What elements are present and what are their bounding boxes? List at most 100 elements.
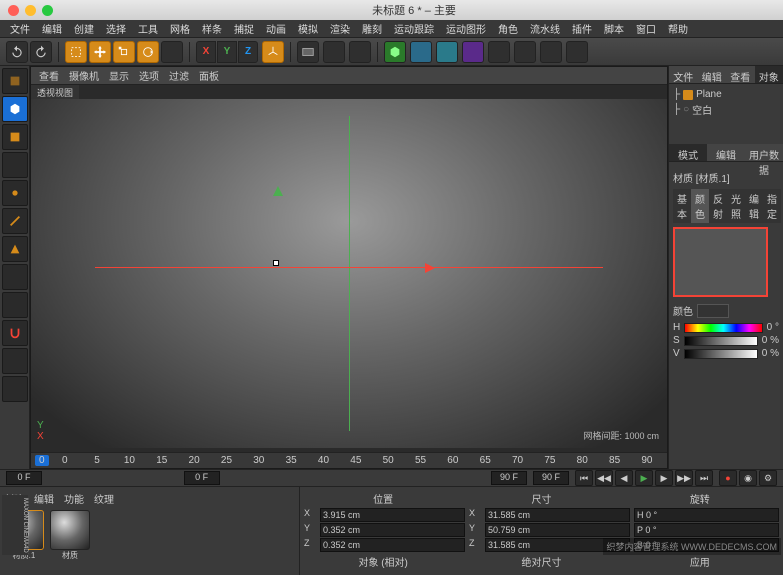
color-chip[interactable] (697, 304, 729, 318)
goto-end-button[interactable]: ⏭ (695, 470, 713, 486)
attr-tab[interactable]: 模式 (669, 144, 707, 161)
start-frame-input[interactable]: 0 F (6, 471, 42, 485)
prev-frame-button[interactable]: ◀ (615, 470, 633, 486)
camera-tool[interactable] (514, 41, 536, 63)
rot-input[interactable] (634, 523, 779, 537)
coord-system[interactable] (262, 41, 284, 63)
spline-primitive[interactable] (410, 41, 432, 63)
texture-mode[interactable] (2, 124, 28, 150)
model-mode[interactable] (2, 96, 28, 122)
object-item-null[interactable]: ├○ 空白 (673, 101, 779, 118)
coord-footer[interactable]: 对象 (相对) (304, 554, 462, 569)
material-tab[interactable]: 纹理 (94, 491, 114, 506)
objmgr-tab[interactable]: 查看 (726, 66, 755, 83)
size-input[interactable] (485, 508, 630, 522)
objmgr-tab[interactable]: 文件 (669, 66, 698, 83)
snap-toggle[interactable] (2, 320, 28, 346)
minimize-window-button[interactable] (25, 5, 36, 16)
menu-运动跟踪[interactable]: 运动跟踪 (394, 21, 434, 36)
attr-subtab[interactable]: 基本 (673, 189, 691, 223)
deformer-tool[interactable] (462, 41, 484, 63)
menu-创建[interactable]: 创建 (74, 21, 94, 36)
coord-footer[interactable]: 应用 (621, 554, 779, 569)
x-axis-handle[interactable] (425, 263, 435, 273)
attr-subtab[interactable]: 反射 (709, 189, 727, 223)
extra-mode[interactable] (2, 376, 28, 402)
viewport-tab[interactable]: 摄像机 (69, 68, 99, 83)
hsv-slider[interactable] (684, 349, 758, 359)
next-key-button[interactable]: ▶▶ (675, 470, 693, 486)
attr-subtab[interactable]: 编辑 (745, 189, 763, 223)
axis-mode[interactable] (2, 264, 28, 290)
transform-gizmo[interactable] (273, 260, 279, 266)
menu-动画[interactable]: 动画 (266, 21, 286, 36)
menu-网格[interactable]: 网格 (170, 21, 190, 36)
viewport-tab[interactable]: 显示 (109, 68, 129, 83)
menu-脚本[interactable]: 脚本 (604, 21, 624, 36)
last-tool[interactable] (161, 41, 183, 63)
cube-primitive[interactable] (384, 41, 406, 63)
rot-input[interactable] (634, 508, 779, 522)
attr-subtab[interactable]: 光照 (727, 189, 745, 223)
viewport-3d-scene[interactable]: YX 网格间距: 1000 cm (31, 99, 667, 448)
render-view-button[interactable] (297, 41, 319, 63)
play-button[interactable]: ▶ (635, 470, 653, 486)
color-preview-swatch[interactable] (673, 227, 768, 297)
light-tool[interactable] (540, 41, 562, 63)
menu-工具[interactable]: 工具 (138, 21, 158, 36)
timeline-ruler[interactable]: 0051015202530354045505560657075808590 (31, 452, 667, 468)
menu-角色[interactable]: 角色 (498, 21, 518, 36)
viewport-tab[interactable]: 查看 (39, 68, 59, 83)
edge-mode[interactable] (2, 208, 28, 234)
y-lock[interactable]: Y (217, 41, 237, 63)
make-editable-button[interactable] (2, 68, 28, 94)
point-mode[interactable] (2, 180, 28, 206)
polygon-mode[interactable] (2, 236, 28, 262)
render-settings-button[interactable] (349, 41, 371, 63)
menu-编辑[interactable]: 编辑 (42, 21, 62, 36)
menu-渲染[interactable]: 渲染 (330, 21, 350, 36)
menu-帮助[interactable]: 帮助 (668, 21, 688, 36)
object-item-plane[interactable]: ├ Plane (673, 88, 779, 101)
menu-流水线[interactable]: 流水线 (530, 21, 560, 36)
object-list[interactable]: ├ Plane ├○ 空白 (669, 84, 783, 144)
objmgr-tab[interactable]: 对象 (755, 66, 783, 83)
end-frame-input[interactable]: 90 F (491, 471, 527, 485)
lock-toggle[interactable] (2, 348, 28, 374)
misc-tool[interactable] (566, 41, 588, 63)
x-lock[interactable]: X (196, 41, 216, 63)
coord-footer[interactable]: 绝对尺寸 (462, 554, 620, 569)
objmgr-tab[interactable]: 编辑 (698, 66, 727, 83)
current-frame-input[interactable]: 0 F (184, 471, 220, 485)
next-frame-button[interactable]: ▶ (655, 470, 673, 486)
pos-input[interactable] (320, 523, 465, 537)
environment-tool[interactable] (488, 41, 510, 63)
goto-start-button[interactable]: ⏮ (575, 470, 593, 486)
viewport-tab[interactable]: 过滤 (169, 68, 189, 83)
material-tab[interactable]: 功能 (64, 491, 84, 506)
hsv-slider[interactable] (684, 336, 758, 346)
pos-input[interactable] (320, 538, 465, 552)
menu-样条[interactable]: 样条 (202, 21, 222, 36)
scale-tool[interactable] (113, 41, 135, 63)
material-tab[interactable]: 编辑 (34, 491, 54, 506)
material-ball[interactable] (50, 510, 90, 550)
workplane-mode[interactable] (2, 152, 28, 178)
attr-subtab[interactable]: 指定 (763, 189, 781, 223)
key-options-button[interactable]: ⚙ (759, 470, 777, 486)
menu-雕刻[interactable]: 雕刻 (362, 21, 382, 36)
menu-捕捉[interactable]: 捕捉 (234, 21, 254, 36)
viewport-tab[interactable]: 面板 (199, 68, 219, 83)
prev-key-button[interactable]: ◀◀ (595, 470, 613, 486)
zoom-window-button[interactable] (42, 5, 53, 16)
viewport-tab[interactable]: 选项 (139, 68, 159, 83)
menu-选择[interactable]: 选择 (106, 21, 126, 36)
end-frame-input2[interactable]: 90 F (533, 471, 569, 485)
size-input[interactable] (485, 523, 630, 537)
attr-subtab[interactable]: 颜色 (691, 189, 709, 223)
redo-button[interactable] (30, 41, 52, 63)
hsv-slider[interactable] (684, 323, 762, 333)
rotate-tool[interactable] (137, 41, 159, 63)
attr-tab[interactable]: 用户数据 (745, 144, 783, 161)
viewport-solo[interactable] (2, 292, 28, 318)
